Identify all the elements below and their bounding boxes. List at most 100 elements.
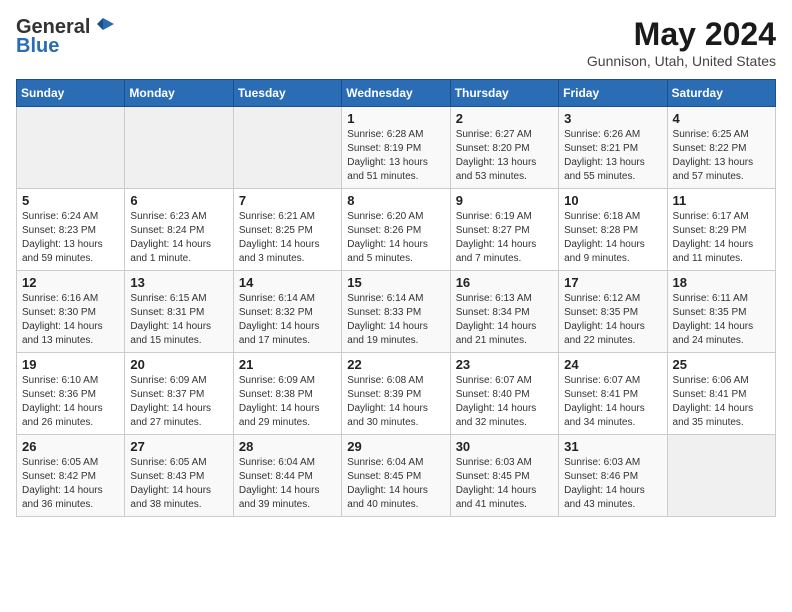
day-number-22: 22	[347, 357, 444, 372]
day-info-9: Sunrise: 6:19 AMSunset: 8:27 PMDaylight:…	[456, 210, 553, 266]
day-number-23: 23	[456, 357, 553, 372]
calendar-cell-w2-d6: 18 Sunrise: 6:11 AMSunset: 8:35 PMDayligh…	[667, 271, 775, 353]
calendar-cell-w2-d2: 14 Sunrise: 6:14 AMSunset: 8:32 PMDayligh…	[233, 271, 341, 353]
day-number-24: 24	[564, 357, 661, 372]
calendar-cell-w4-d3: 29 Sunrise: 6:04 AMSunset: 8:45 PMDayligh…	[342, 435, 450, 517]
calendar-cell-w3-d2: 21Sunrise: 6:09 AMSunset: 8:38 PMDayligh…	[233, 353, 341, 435]
day-number-5: 5	[22, 193, 119, 208]
day-number-29: 29	[347, 439, 444, 454]
logo-flag-icon	[92, 16, 114, 38]
day-number-26: 26	[22, 439, 119, 454]
day-number-2: 2	[456, 111, 553, 126]
day-number-4: 4	[673, 111, 770, 126]
day-number-3: 3	[564, 111, 661, 126]
calendar-cell-w0-d6: 4 Sunrise: 6:25 AMSunset: 8:22 PMDaylight…	[667, 107, 775, 189]
calendar-cell-w1-d1: 6 Sunrise: 6:23 AMSunset: 8:24 PMDaylight…	[125, 189, 233, 271]
day-info-10: Sunrise: 6:18 AMSunset: 8:28 PMDaylight:…	[564, 210, 661, 266]
day-number-9: 9	[456, 193, 553, 208]
day-info-18: Sunrise: 6:11 AMSunset: 8:35 PMDaylight:…	[673, 292, 770, 348]
day-number-25: 25	[673, 357, 770, 372]
day-number-6: 6	[130, 193, 227, 208]
month-year-title: May 2024	[587, 16, 776, 53]
calendar-cell-w2-d4: 16Sunrise: 6:13 AMSunset: 8:34 PMDayligh…	[450, 271, 558, 353]
day-number-19: 19	[22, 357, 119, 372]
calendar-cell-w2-d5: 17 Sunrise: 6:12 AMSunset: 8:35 PMDayligh…	[559, 271, 667, 353]
week-row-3: 19Sunrise: 6:10 AMSunset: 8:36 PMDayligh…	[17, 353, 776, 435]
day-number-16: 16	[456, 275, 553, 290]
calendar-cell-w0-d3: 1 Sunrise: 6:28 AMSunset: 8:19 PMDaylight…	[342, 107, 450, 189]
calendar-cell-w4-d1: 27 Sunrise: 6:05 AMSunset: 8:43 PMDayligh…	[125, 435, 233, 517]
day-number-15: 15	[347, 275, 444, 290]
day-info-27: Sunrise: 6:05 AMSunset: 8:43 PMDaylight:…	[130, 456, 227, 512]
day-number-13: 13	[130, 275, 227, 290]
header-saturday: Saturday	[667, 80, 775, 107]
page: General Blue May 2024 Gunnison, Utah, Un…	[0, 0, 792, 533]
week-row-0: 1 Sunrise: 6:28 AMSunset: 8:19 PMDaylight…	[17, 107, 776, 189]
day-number-12: 12	[22, 275, 119, 290]
day-number-7: 7	[239, 193, 336, 208]
calendar-cell-w1-d0: 5Sunrise: 6:24 AMSunset: 8:23 PMDaylight…	[17, 189, 125, 271]
calendar-cell-w2-d0: 12 Sunrise: 6:16 AMSunset: 8:30 PMDayligh…	[17, 271, 125, 353]
day-info-31: Sunrise: 6:03 AMSunset: 8:46 PMDaylight:…	[564, 456, 661, 512]
week-row-1: 5Sunrise: 6:24 AMSunset: 8:23 PMDaylight…	[17, 189, 776, 271]
day-info-8: Sunrise: 6:20 AMSunset: 8:26 PMDaylight:…	[347, 210, 444, 266]
day-info-29: Sunrise: 6:04 AMSunset: 8:45 PMDaylight:…	[347, 456, 444, 512]
day-number-10: 10	[564, 193, 661, 208]
calendar-cell-w3-d3: 22 Sunrise: 6:08 AMSunset: 8:39 PMDayligh…	[342, 353, 450, 435]
day-number-11: 11	[673, 193, 770, 208]
calendar-cell-w1-d2: 7 Sunrise: 6:21 AMSunset: 8:25 PMDaylight…	[233, 189, 341, 271]
calendar-cell-w1-d5: 10 Sunrise: 6:18 AMSunset: 8:28 PMDayligh…	[559, 189, 667, 271]
location-text: Gunnison, Utah, United States	[587, 53, 776, 69]
header-friday: Friday	[559, 80, 667, 107]
calendar-cell-w2-d1: 13Sunrise: 6:15 AMSunset: 8:31 PMDayligh…	[125, 271, 233, 353]
day-info-14: Sunrise: 6:14 AMSunset: 8:32 PMDaylight:…	[239, 292, 336, 348]
calendar-cell-w1-d3: 8 Sunrise: 6:20 AMSunset: 8:26 PMDaylight…	[342, 189, 450, 271]
calendar-cell-w3-d5: 24Sunrise: 6:07 AMSunset: 8:41 PMDayligh…	[559, 353, 667, 435]
day-number-8: 8	[347, 193, 444, 208]
calendar-body: 1 Sunrise: 6:28 AMSunset: 8:19 PMDaylight…	[17, 107, 776, 517]
day-number-17: 17	[564, 275, 661, 290]
calendar-cell-w0-d5: 3 Sunrise: 6:26 AMSunset: 8:21 PMDaylight…	[559, 107, 667, 189]
day-info-12: Sunrise: 6:16 AMSunset: 8:30 PMDaylight:…	[22, 292, 119, 348]
day-info-11: Sunrise: 6:17 AMSunset: 8:29 PMDaylight:…	[673, 210, 770, 266]
day-info-1: Sunrise: 6:28 AMSunset: 8:19 PMDaylight:…	[347, 128, 444, 184]
day-info-4: Sunrise: 6:25 AMSunset: 8:22 PMDaylight:…	[673, 128, 770, 184]
calendar-cell-w4-d0: 26Sunrise: 6:05 AMSunset: 8:42 PMDayligh…	[17, 435, 125, 517]
day-info-21: Sunrise: 6:09 AMSunset: 8:38 PMDaylight:…	[239, 374, 336, 430]
calendar-cell-w2-d3: 15 Sunrise: 6:14 AMSunset: 8:33 PMDayligh…	[342, 271, 450, 353]
calendar-cell-w3-d6: 25 Sunrise: 6:06 AMSunset: 8:41 PMDayligh…	[667, 353, 775, 435]
day-info-2: Sunrise: 6:27 AMSunset: 8:20 PMDaylight:…	[456, 128, 553, 184]
day-number-28: 28	[239, 439, 336, 454]
day-number-27: 27	[130, 439, 227, 454]
day-info-30: Sunrise: 6:03 AMSunset: 8:45 PMDaylight:…	[456, 456, 553, 512]
week-row-2: 12 Sunrise: 6:16 AMSunset: 8:30 PMDayligh…	[17, 271, 776, 353]
day-number-18: 18	[673, 275, 770, 290]
day-number-1: 1	[347, 111, 444, 126]
calendar-cell-w3-d1: 20Sunrise: 6:09 AMSunset: 8:37 PMDayligh…	[125, 353, 233, 435]
day-info-15: Sunrise: 6:14 AMSunset: 8:33 PMDaylight:…	[347, 292, 444, 348]
header-wednesday: Wednesday	[342, 80, 450, 107]
day-info-23: Sunrise: 6:07 AMSunset: 8:40 PMDaylight:…	[456, 374, 553, 430]
week-row-4: 26Sunrise: 6:05 AMSunset: 8:42 PMDayligh…	[17, 435, 776, 517]
day-number-20: 20	[130, 357, 227, 372]
logo-blue-text: Blue	[16, 35, 59, 58]
calendar-cell-w4-d2: 28Sunrise: 6:04 AMSunset: 8:44 PMDayligh…	[233, 435, 341, 517]
day-info-3: Sunrise: 6:26 AMSunset: 8:21 PMDaylight:…	[564, 128, 661, 184]
day-info-25: Sunrise: 6:06 AMSunset: 8:41 PMDaylight:…	[673, 374, 770, 430]
day-info-7: Sunrise: 6:21 AMSunset: 8:25 PMDaylight:…	[239, 210, 336, 266]
header-thursday: Thursday	[450, 80, 558, 107]
calendar-cell-w0-d1	[125, 107, 233, 189]
calendar-table: Sunday Monday Tuesday Wednesday Thursday…	[16, 79, 776, 517]
calendar-cell-w4-d6	[667, 435, 775, 517]
day-info-22: Sunrise: 6:08 AMSunset: 8:39 PMDaylight:…	[347, 374, 444, 430]
calendar-cell-w1-d4: 9 Sunrise: 6:19 AMSunset: 8:27 PMDaylight…	[450, 189, 558, 271]
day-info-17: Sunrise: 6:12 AMSunset: 8:35 PMDaylight:…	[564, 292, 661, 348]
weekday-header-row: Sunday Monday Tuesday Wednesday Thursday…	[17, 80, 776, 107]
calendar-cell-w1-d6: 11 Sunrise: 6:17 AMSunset: 8:29 PMDayligh…	[667, 189, 775, 271]
day-info-6: Sunrise: 6:23 AMSunset: 8:24 PMDaylight:…	[130, 210, 227, 266]
day-number-31: 31	[564, 439, 661, 454]
calendar-cell-w4-d4: 30 Sunrise: 6:03 AMSunset: 8:45 PMDayligh…	[450, 435, 558, 517]
logo: General Blue	[16, 16, 114, 58]
day-number-14: 14	[239, 275, 336, 290]
day-number-30: 30	[456, 439, 553, 454]
